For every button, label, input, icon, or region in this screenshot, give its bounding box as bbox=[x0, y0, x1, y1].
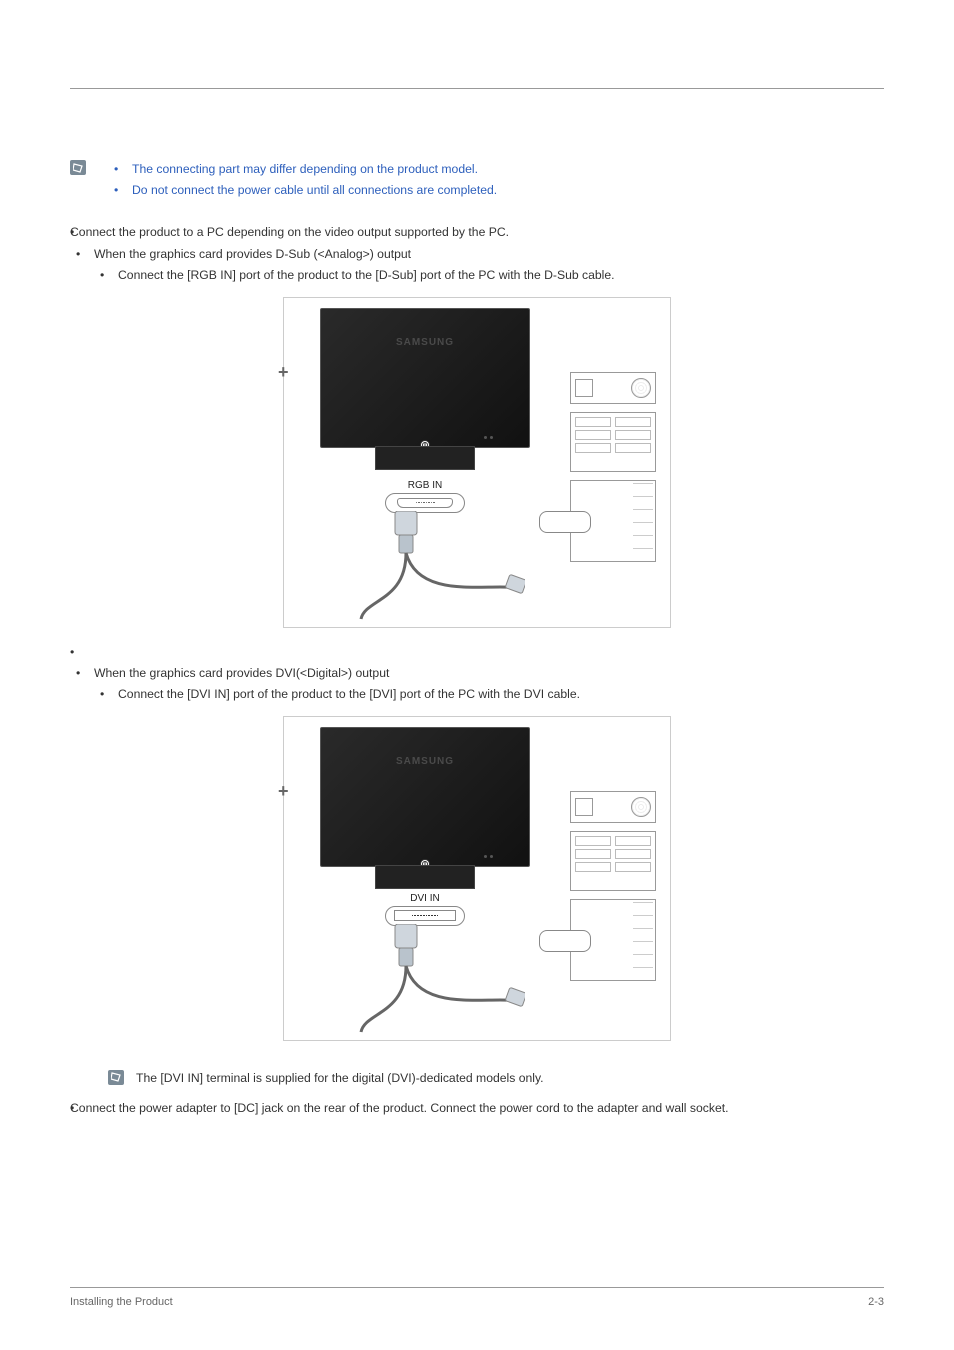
pc-gpu-panel bbox=[570, 480, 656, 562]
monitor-brand: SAMSUNG bbox=[321, 337, 529, 348]
body-sublist: Connect the [DVI IN] port of the product… bbox=[94, 684, 884, 705]
pc-top-panel bbox=[570, 372, 656, 404]
body-sublist: When the graphics card provides D-Sub (<… bbox=[70, 244, 884, 287]
pc-top-panel bbox=[570, 791, 656, 823]
body-sublist: When the graphics card provides DVI(<Dig… bbox=[70, 663, 884, 706]
note-block-top: The connecting part may differ depending… bbox=[70, 159, 884, 200]
monitor-brand: SAMSUNG bbox=[321, 756, 529, 767]
top-rule bbox=[70, 88, 884, 89]
body-text: Connect the [RGB IN] port of the product… bbox=[118, 268, 615, 282]
plus-mark: + bbox=[278, 781, 289, 802]
body-item: Connect the power adapter to [DC] jack o… bbox=[70, 1098, 884, 1119]
body-text: Connect the power adapter to [DC] jack o… bbox=[70, 1101, 729, 1115]
note-text: The [DVI IN] terminal is supplied for th… bbox=[136, 1069, 544, 1089]
body-item: When the graphics card provides D-Sub (<… bbox=[70, 244, 884, 287]
footer-left: Installing the Product bbox=[70, 1296, 173, 1308]
cable-svg bbox=[325, 511, 525, 621]
monitor-dots bbox=[484, 436, 493, 439]
body-text: When the graphics card provides DVI(<Dig… bbox=[94, 666, 389, 680]
fan-icon bbox=[631, 797, 651, 817]
figure-rgb: + SAMSUNG RGB IN bbox=[70, 297, 884, 628]
footer-right: 2-3 bbox=[868, 1296, 884, 1308]
note-block-dvi: The [DVI IN] terminal is supplied for th… bbox=[108, 1069, 884, 1089]
note-icon bbox=[108, 1070, 124, 1085]
body-item: Connect the product to a PC depending on… bbox=[70, 222, 884, 286]
fan-icon bbox=[631, 378, 651, 398]
cable-svg bbox=[325, 924, 525, 1034]
body-text: When the graphics card provides D-Sub (<… bbox=[94, 247, 411, 261]
figure-box: + SAMSUNG RGB IN bbox=[283, 297, 671, 628]
body-item: Connect the [RGB IN] port of the product… bbox=[94, 265, 884, 286]
zoom-panel bbox=[375, 865, 475, 889]
port-label-dvi: DVI IN bbox=[410, 893, 439, 904]
pc-io-panel bbox=[570, 412, 656, 472]
figure-dvi: + SAMSUNG DVI IN bbox=[70, 716, 884, 1041]
pc-io-panel bbox=[570, 831, 656, 891]
zoom-panel bbox=[375, 446, 475, 470]
port-label-rgb: RGB IN bbox=[408, 480, 442, 491]
body-list: Connect the product to a PC depending on… bbox=[70, 222, 884, 286]
port-dvi-in bbox=[385, 906, 465, 926]
plus-mark: + bbox=[278, 362, 289, 383]
body-list-2: . When the graphics card provides DVI(<D… bbox=[70, 642, 884, 706]
body-text: Connect the product to a PC depending on… bbox=[70, 225, 509, 239]
body-list-3: Connect the power adapter to [DC] jack o… bbox=[70, 1098, 884, 1119]
pc-dsub-port bbox=[539, 511, 591, 533]
page-footer: Installing the Product 2-3 bbox=[70, 1287, 884, 1308]
body-item-wrap: . When the graphics card provides DVI(<D… bbox=[70, 642, 884, 706]
dvi-shape bbox=[394, 910, 456, 921]
pc-column bbox=[568, 372, 658, 562]
pc-column bbox=[568, 791, 658, 981]
monitor-dots bbox=[484, 855, 493, 858]
monitor-frame: SAMSUNG bbox=[320, 727, 530, 867]
note-list: The connecting part may differ depending… bbox=[114, 159, 497, 200]
monitor-frame: SAMSUNG bbox=[320, 308, 530, 448]
body-item: When the graphics card provides DVI(<Dig… bbox=[70, 663, 884, 706]
monitor-column: + SAMSUNG DVI IN bbox=[296, 727, 554, 1034]
pc-dvi-port bbox=[539, 930, 591, 952]
note-icon bbox=[70, 160, 86, 175]
body-sublist: Connect the [RGB IN] port of the product… bbox=[94, 265, 884, 286]
figure-box: + SAMSUNG DVI IN bbox=[283, 716, 671, 1041]
port-rgb-in bbox=[385, 493, 465, 513]
monitor-column: + SAMSUNG RGB IN bbox=[296, 308, 554, 621]
pc-gpu-panel bbox=[570, 899, 656, 981]
dsub-shape bbox=[397, 498, 453, 508]
body-text: Connect the [DVI IN] port of the product… bbox=[118, 687, 580, 701]
body-item: Connect the [DVI IN] port of the product… bbox=[94, 684, 884, 705]
footer-rule bbox=[70, 1287, 884, 1288]
note-item: The connecting part may differ depending… bbox=[114, 159, 497, 180]
page: The connecting part may differ depending… bbox=[0, 0, 954, 1350]
note-item: Do not connect the power cable until all… bbox=[114, 180, 497, 201]
